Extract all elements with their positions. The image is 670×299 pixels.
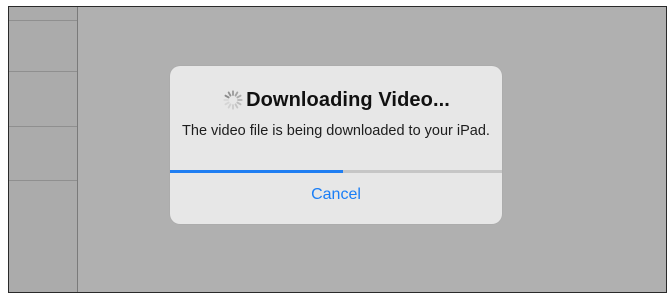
sidebar-row[interactable] bbox=[9, 20, 77, 21]
sidebar-row[interactable] bbox=[9, 71, 77, 72]
alert-title: Downloading Video... bbox=[246, 88, 450, 111]
sidebar-row[interactable] bbox=[9, 126, 77, 127]
download-alert-dialog: Downloading Video... The video file is b… bbox=[170, 66, 502, 224]
alert-message: The video file is being downloaded to yo… bbox=[182, 123, 490, 139]
sidebar-row[interactable] bbox=[9, 180, 77, 181]
alert-title-row: Downloading Video... bbox=[170, 86, 502, 114]
sidebar bbox=[9, 7, 78, 292]
ipad-screen: Downloading Video... The video file is b… bbox=[8, 6, 667, 293]
cancel-button[interactable]: Cancel bbox=[170, 173, 502, 217]
activity-spinner-icon bbox=[223, 90, 243, 110]
